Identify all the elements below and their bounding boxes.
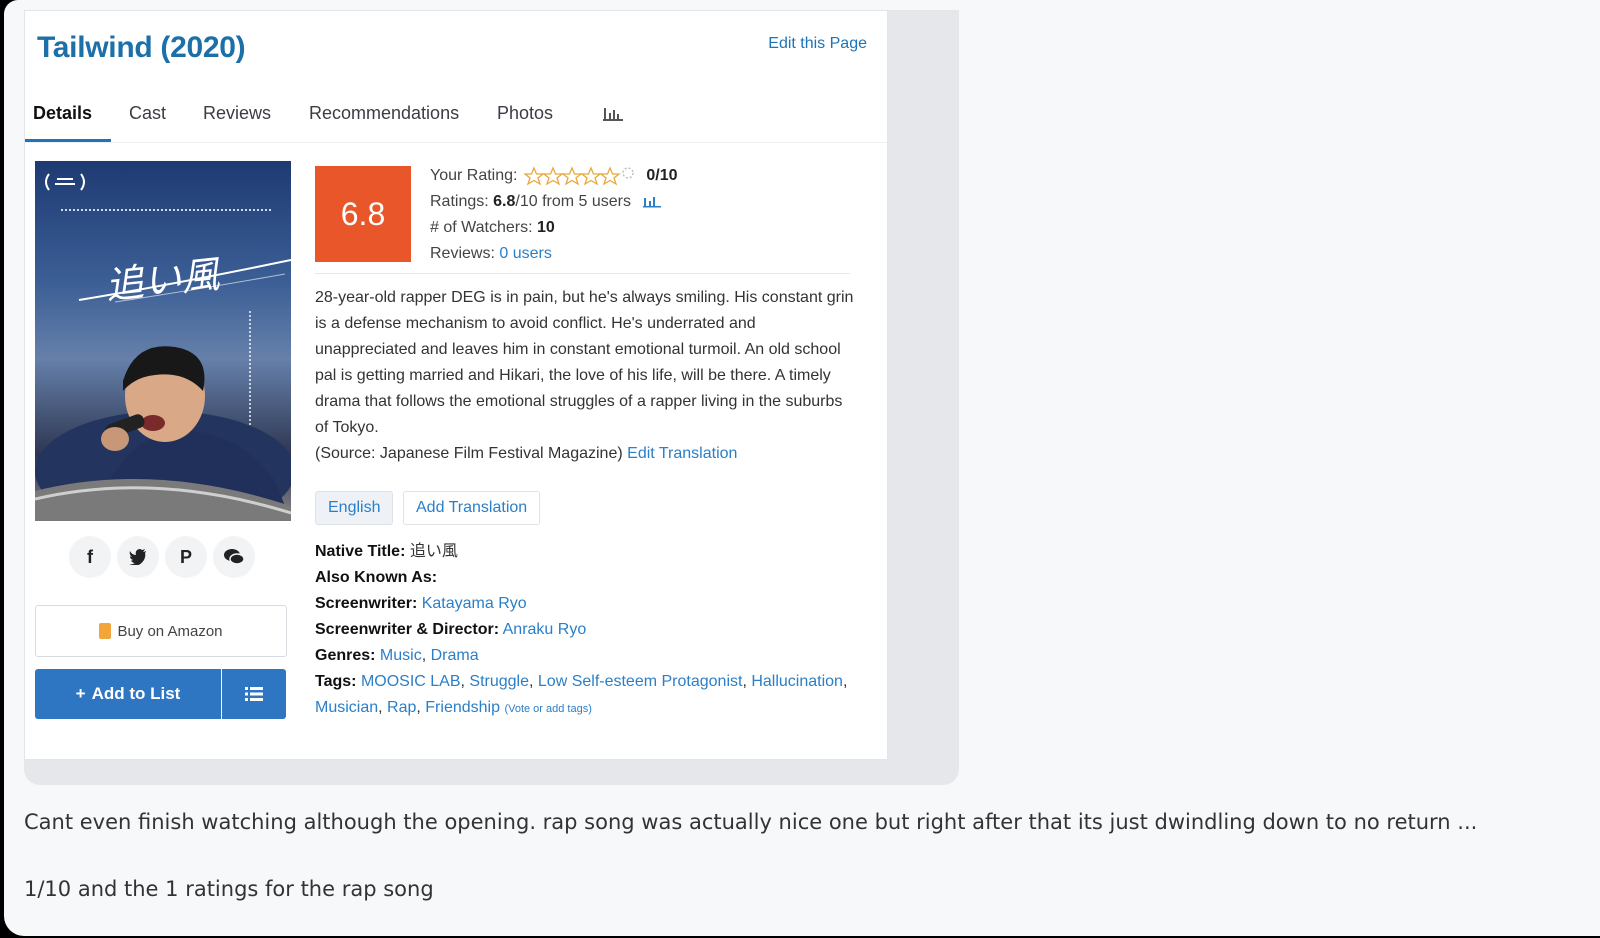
vote-tags-link[interactable]: (Vote or add tags) xyxy=(504,703,591,715)
tag-link[interactable]: Rap xyxy=(387,699,416,716)
tab-reviews[interactable]: Reviews xyxy=(203,103,271,124)
buy-on-amazon-button[interactable]: Buy on Amazon xyxy=(35,605,287,657)
comment-line-2: 1/10 and the 1 ratings for the rap song xyxy=(24,877,434,901)
divider xyxy=(315,273,850,274)
tag-link[interactable]: Friendship xyxy=(425,699,500,716)
buy-on-amazon-label: Buy on Amazon xyxy=(117,622,223,640)
ratings-label: Ratings: xyxy=(430,193,489,210)
watchers-label: # of Watchers: xyxy=(430,219,533,236)
aka-label: Also Known As: xyxy=(315,569,438,586)
director-link[interactable]: Anraku Ryo xyxy=(503,621,587,638)
ratings-value: 6.8 xyxy=(493,193,516,210)
tag-link[interactable]: MOOSIC LAB xyxy=(361,673,461,690)
rating-stats: Your Rating: 0/10 Ratings: 6.8/10 from 5… xyxy=(430,163,678,267)
active-tab-indicator xyxy=(25,139,111,142)
reviews-link[interactable]: 0 users xyxy=(499,245,551,262)
drama-page-card: Tailwind (2020) Edit this Page Details C… xyxy=(24,10,888,760)
score-badge: 6.8 xyxy=(315,166,411,262)
genre-link[interactable]: Drama xyxy=(431,647,479,664)
synopsis-source: (Source: Japanese Film Festival Magazine… xyxy=(315,445,623,462)
genres-label: Genres: xyxy=(315,647,376,664)
movie-poster[interactable]: 追い風 xyxy=(35,161,291,521)
native-title-value: 追い風 xyxy=(409,543,458,560)
genre-link[interactable]: Music xyxy=(380,647,422,664)
screenwriter-label: Screenwriter: xyxy=(315,595,418,612)
your-rating-value: 0/10 xyxy=(646,167,678,184)
list-options-button[interactable] xyxy=(222,669,286,719)
synopsis-text: 28-year-old rapper DEG is in pain, but h… xyxy=(315,289,854,436)
facebook-icon[interactable]: f xyxy=(69,536,111,578)
page-title: Tailwind (2020) xyxy=(37,31,246,64)
watchers-value: 10 xyxy=(537,219,555,236)
your-rating-label: Your Rating: xyxy=(430,167,518,184)
tab-recommendations[interactable]: Recommendations xyxy=(309,103,459,124)
tab-photos[interactable]: Photos xyxy=(497,103,553,124)
laurel-icon xyxy=(45,173,85,191)
native-title-label: Native Title: xyxy=(315,543,406,560)
pinterest-icon[interactable]: P xyxy=(165,536,207,578)
twitter-icon[interactable] xyxy=(117,536,159,578)
synopsis: 28-year-old rapper DEG is in pain, but h… xyxy=(315,285,855,467)
tab-cast[interactable]: Cast xyxy=(129,103,166,124)
bar-chart-icon[interactable] xyxy=(603,105,623,121)
plus-icon: + xyxy=(75,684,86,703)
comment-line-1: Cant even finish watching although the o… xyxy=(24,810,1478,834)
tab-bar: Details Cast Reviews Recommendations Pho… xyxy=(25,91,887,143)
edit-translation-link[interactable]: Edit Translation xyxy=(627,445,737,462)
add-to-list-label: Add to List xyxy=(91,684,181,703)
screenwriter-link[interactable]: Katayama Ryo xyxy=(422,595,527,612)
poster-tagline xyxy=(61,209,271,215)
tag-link[interactable]: Struggle xyxy=(469,673,529,690)
tags-label: Tags: xyxy=(315,673,357,690)
ratings-rest: /10 from 5 users xyxy=(515,193,632,210)
list-icon xyxy=(245,687,263,701)
reviews-label: Reviews: xyxy=(430,245,495,262)
amazon-icon xyxy=(99,623,112,639)
ratings-chart-icon[interactable] xyxy=(643,195,662,208)
language-english-button[interactable]: English xyxy=(315,491,394,525)
add-to-list-button[interactable]: + Add to List xyxy=(35,669,221,719)
director-label: Screenwriter & Director: xyxy=(315,621,500,638)
poster-singer-illustration xyxy=(35,346,291,521)
add-translation-button[interactable]: Add Translation xyxy=(403,491,541,525)
drama-details: Native Title: 追い風 Also Known As: Screenw… xyxy=(315,543,848,716)
post-container: Tailwind (2020) Edit this Page Details C… xyxy=(4,0,1600,936)
chat-icon[interactable] xyxy=(213,536,255,578)
tag-link[interactable]: Musician xyxy=(315,699,378,716)
tag-link[interactable]: Hallucination xyxy=(751,673,843,690)
tab-details[interactable]: Details xyxy=(33,103,92,124)
rating-stars-icon[interactable] xyxy=(523,166,636,186)
tag-link[interactable]: Low Self-esteem Protagonist xyxy=(538,673,743,690)
edit-page-link[interactable]: Edit this Page xyxy=(768,35,867,53)
